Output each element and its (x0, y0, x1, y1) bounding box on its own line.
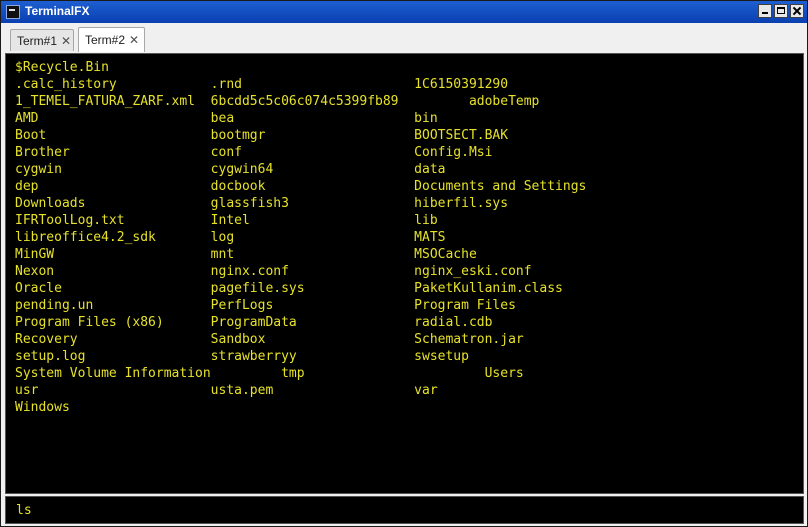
minimize-icon[interactable] (758, 4, 772, 18)
maximize-icon[interactable] (774, 4, 788, 18)
terminal-line: Recovery Sandbox Schematron.jar (15, 332, 524, 347)
terminal-line: Nexon nginx.conf nginx_eski.conf (15, 264, 532, 279)
terminal-line: AMD bea bin (15, 111, 438, 126)
tab-term1[interactable]: Term#1 ✕ (10, 29, 74, 51)
terminal-line: IFRToolLog.txt Intel lib (15, 213, 438, 228)
tab-term2[interactable]: Term#2 ✕ (78, 27, 145, 52)
tab-close-icon[interactable]: ✕ (129, 34, 139, 46)
terminal-line: 1_TEMEL_FATURA_ZARF.xml 6bcdd5c5c06c074c… (15, 94, 540, 109)
tab-label: Term#2 (85, 33, 126, 47)
terminal-line: setup.log strawberryy swsetup (15, 349, 469, 364)
terminal-line: libreoffice4.2_sdk log MATS (15, 230, 446, 245)
terminal-line: Oracle pagefile.sys PaketKullanim.class (15, 281, 563, 296)
terminal-line: usr usta.pem var (15, 383, 438, 398)
terminalfx-window: TerminalFX Term#1 ✕ Term#2 ✕ $Recycle.Bi… (0, 0, 808, 527)
terminal-line: .calc_history .rnd 1C6150391290 (15, 77, 509, 92)
terminal-line: Windows (15, 400, 70, 415)
terminal-output[interactable]: $Recycle.Bin .calc_history .rnd 1C6150391… (5, 53, 804, 494)
command-input-bar[interactable]: ls (5, 496, 804, 524)
terminal-line: Boot bootmgr BOOTSECT.BAK (15, 128, 509, 143)
terminal-lines: $Recycle.Bin .calc_history .rnd 1C6150391… (15, 59, 586, 416)
terminal-app-icon (6, 5, 20, 19)
window-title: TerminalFX (25, 4, 90, 18)
tab-close-icon[interactable]: ✕ (61, 35, 71, 47)
title-bar[interactable]: TerminalFX (1, 1, 807, 23)
tab-bar: Term#1 ✕ Term#2 ✕ (1, 23, 807, 53)
terminal-line: $Recycle.Bin (15, 60, 109, 75)
terminal-line: Brother conf Config.Msi (15, 145, 493, 160)
terminal-line: Downloads glassfish3 hiberfil.sys (15, 196, 509, 211)
command-input[interactable]: ls (16, 503, 32, 518)
tab-label: Term#1 (17, 33, 58, 48)
terminal-line: dep docbook Documents and Settings (15, 179, 587, 194)
terminal-line: pending.un PerfLogs Program Files (15, 298, 516, 313)
terminal-line: cygwin cygwin64 data (15, 162, 446, 177)
terminal-line: Program Files (x86) ProgramData radial.c… (15, 315, 493, 330)
terminal-line: System Volume Information tmp Users (15, 366, 524, 381)
terminal-line: MinGW mnt MSOCache (15, 247, 477, 262)
close-icon[interactable] (790, 4, 804, 18)
window-controls (758, 4, 804, 18)
